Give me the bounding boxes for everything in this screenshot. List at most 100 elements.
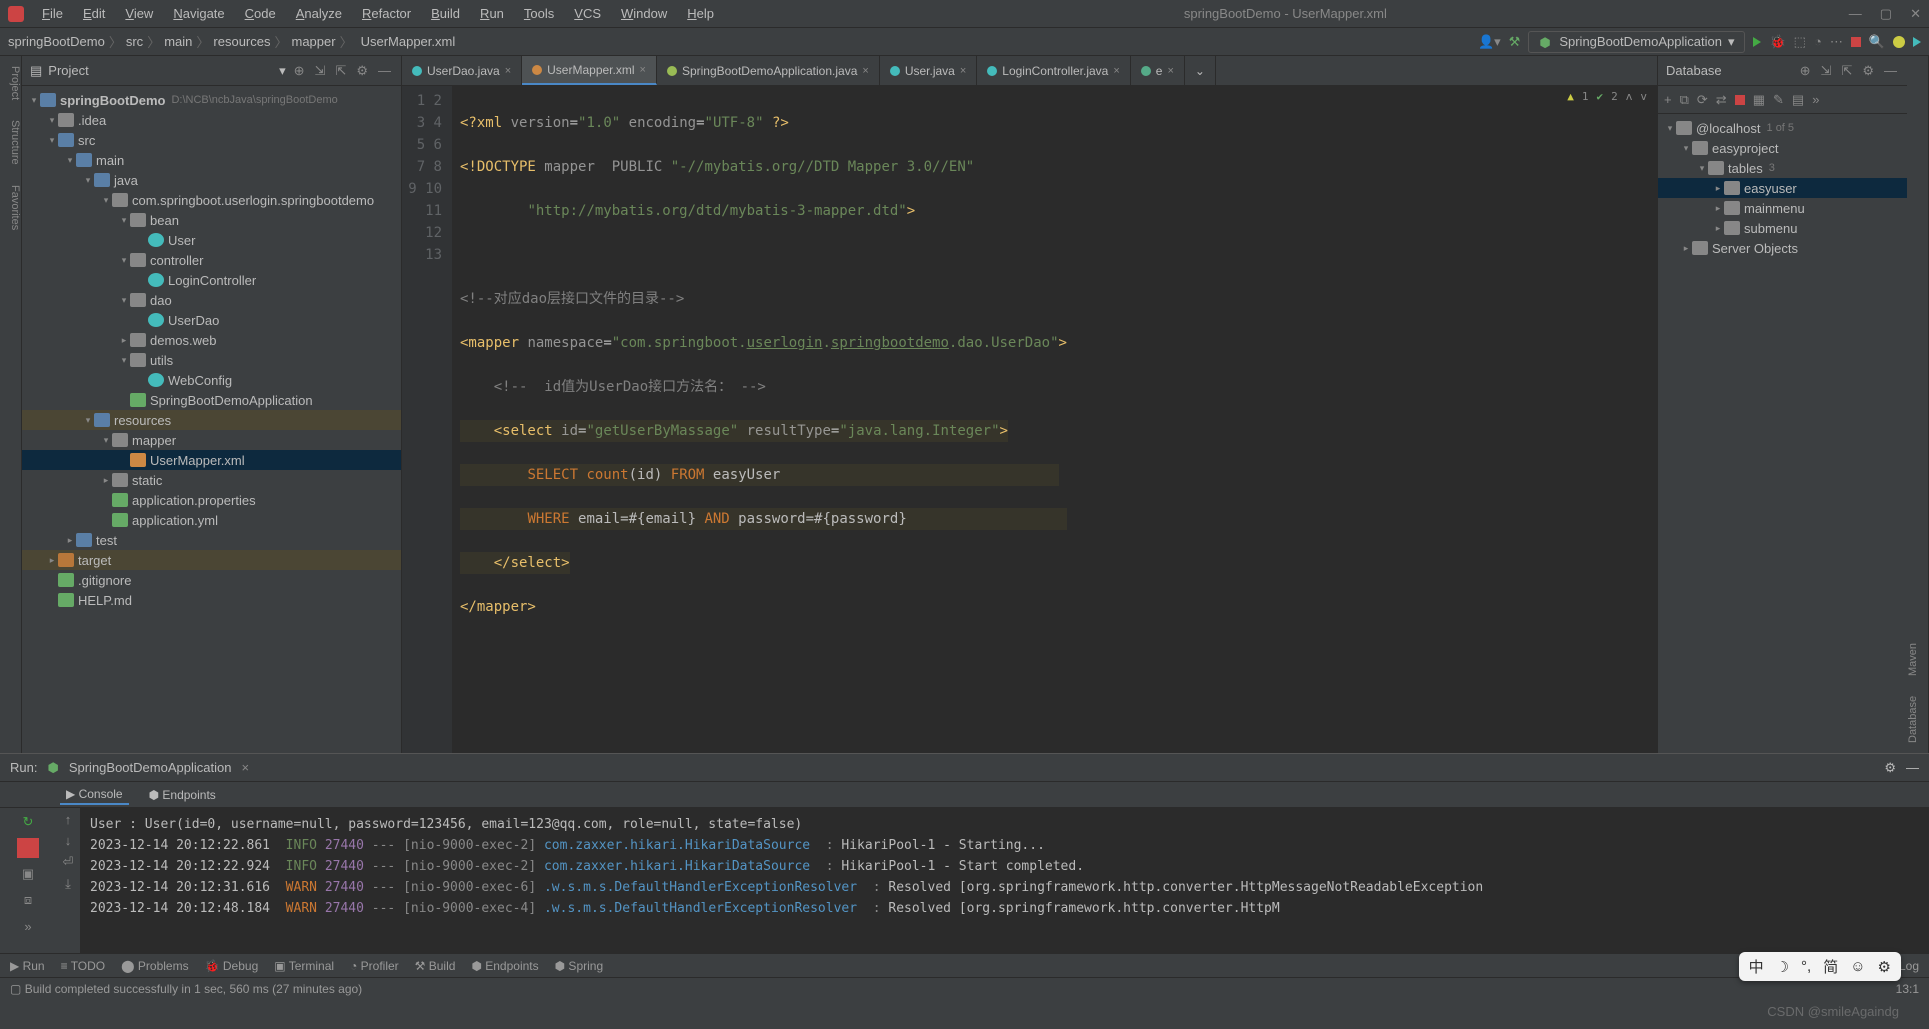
bottom-tool-problems[interactable]: ⬤ Problems: [121, 959, 188, 973]
up-icon[interactable]: ʌ: [1626, 90, 1633, 103]
crumb[interactable]: springBootDemo: [8, 34, 105, 49]
more-icon[interactable]: »: [1812, 92, 1819, 107]
db-item[interactable]: ▾@localhost1 of 5: [1658, 118, 1907, 138]
tree-item[interactable]: ▸target: [22, 550, 401, 570]
hide-icon[interactable]: —: [1906, 760, 1919, 775]
menu-window[interactable]: Window: [613, 4, 675, 23]
collapse-icon[interactable]: ⇱: [1839, 61, 1854, 81]
stop-icon[interactable]: [17, 838, 39, 858]
locate-icon[interactable]: ⊕: [292, 61, 307, 81]
collapse-icon[interactable]: ⇱: [333, 61, 348, 81]
tabs-dropdown[interactable]: ⌄: [1185, 56, 1216, 85]
check-icon[interactable]: ✔: [1597, 90, 1604, 103]
menu-navigate[interactable]: Navigate: [165, 4, 232, 23]
menu-build[interactable]: Build: [423, 4, 468, 23]
warning-icon[interactable]: ▲: [1567, 90, 1574, 103]
gear-icon[interactable]: ⚙: [1884, 760, 1896, 776]
crumb[interactable]: main: [164, 34, 192, 49]
bottom-tool-spring[interactable]: ⬢ Spring: [555, 959, 604, 973]
bottom-tool-endpoints[interactable]: ⬢ Endpoints: [471, 959, 538, 973]
tree-item[interactable]: WebConfig: [22, 370, 401, 390]
editor-tab[interactable]: SpringBootDemoApplication.java×: [657, 56, 880, 85]
ime-item[interactable]: °,: [1801, 958, 1811, 975]
crumb[interactable]: resources: [213, 34, 270, 49]
down-icon[interactable]: v: [1640, 90, 1647, 103]
strip-structure[interactable]: Structure: [0, 120, 21, 165]
close-icon[interactable]: ×: [505, 65, 511, 77]
menu-tools[interactable]: Tools: [516, 4, 562, 23]
tree-item[interactable]: application.properties: [22, 490, 401, 510]
db-item[interactable]: ▸mainmenu: [1658, 198, 1907, 218]
menu-refactor[interactable]: Refactor: [354, 4, 419, 23]
tree-item[interactable]: ▾java: [22, 170, 401, 190]
strip-database[interactable]: Database: [1907, 696, 1928, 743]
tree-item[interactable]: ▸test: [22, 530, 401, 550]
editor-tab[interactable]: e×: [1131, 56, 1185, 85]
crumb[interactable]: UserMapper.xml: [357, 34, 456, 49]
code-editor[interactable]: 1 2 3 4 5 6 7 8 9 10 11 12 13 <?xml vers…: [402, 86, 1657, 753]
layout-icon[interactable]: ⧈: [17, 890, 39, 910]
tree-item[interactable]: ▾resources: [22, 410, 401, 430]
db-item[interactable]: ▸Server Objects: [1658, 238, 1907, 258]
menu-view[interactable]: View: [117, 4, 161, 23]
tree-item[interactable]: ▾main: [22, 150, 401, 170]
tree-item[interactable]: ▾com.springboot.userlogin.springbootdemo: [22, 190, 401, 210]
tree-root[interactable]: ▾ springBootDemo D:\NCB\ncbJava\springBo…: [22, 90, 401, 110]
tree-item[interactable]: ▾utils: [22, 350, 401, 370]
hide-icon[interactable]: —: [376, 61, 393, 80]
edit-icon[interactable]: ✎: [1773, 92, 1784, 108]
bottom-tool-run[interactable]: ▶ Run: [10, 959, 45, 973]
update-icon[interactable]: [1893, 36, 1905, 48]
tree-item[interactable]: ▸static: [22, 470, 401, 490]
tree-item[interactable]: UserMapper.xml: [22, 450, 401, 470]
console-output[interactable]: User : User(id=0, username=null, passwor…: [80, 808, 1929, 953]
rerun-icon[interactable]: ↻: [17, 812, 39, 832]
tree-item[interactable]: ▾.idea: [22, 110, 401, 130]
close-icon[interactable]: ×: [960, 65, 966, 77]
crumb[interactable]: src: [126, 34, 143, 49]
tree-item[interactable]: HELP.md: [22, 590, 401, 610]
camera-icon[interactable]: ▣: [17, 864, 39, 884]
editor-tab[interactable]: UserMapper.xml×: [522, 56, 657, 85]
run-tab-console[interactable]: ▶ Console: [60, 785, 129, 805]
chevron-down-icon[interactable]: ▾: [279, 63, 286, 79]
editor-tab[interactable]: UserDao.java×: [402, 56, 522, 85]
run-config-select[interactable]: ⬢ SpringBootDemoApplication ▾: [1528, 31, 1745, 53]
wrap-icon[interactable]: ⏎: [63, 854, 74, 870]
minimize-icon[interactable]: —: [1849, 6, 1862, 22]
profile-icon[interactable]: ◔: [1814, 34, 1822, 49]
scroll-icon[interactable]: ⤓: [65, 876, 71, 892]
debug-icon[interactable]: 🐞: [1769, 34, 1785, 50]
db-item[interactable]: ▾easyproject: [1658, 138, 1907, 158]
locate-icon[interactable]: ⊕: [1798, 61, 1813, 81]
expand-icon[interactable]: ⇲: [1819, 61, 1834, 81]
menu-help[interactable]: Help: [679, 4, 722, 23]
stop-icon[interactable]: [1735, 95, 1745, 105]
console-icon[interactable]: ▤: [1792, 92, 1804, 108]
sync-icon[interactable]: ⇄: [1716, 92, 1727, 108]
close-icon[interactable]: ×: [862, 65, 868, 77]
tree-item[interactable]: User: [22, 230, 401, 250]
editor-tab[interactable]: User.java×: [880, 56, 977, 85]
close-icon[interactable]: ✕: [1910, 6, 1921, 22]
tree-item[interactable]: UserDao: [22, 310, 401, 330]
bottom-tool-terminal[interactable]: ▣ Terminal: [274, 959, 334, 973]
close-tab-icon[interactable]: ×: [241, 760, 249, 775]
strip-project[interactable]: Project: [0, 66, 21, 100]
build-hammer-icon[interactable]: ⚒: [1509, 34, 1521, 50]
editor-tab[interactable]: LoginController.java×: [977, 56, 1131, 85]
expand-icon[interactable]: ⇲: [313, 61, 328, 81]
table-icon[interactable]: ▦: [1753, 92, 1765, 108]
settings-icon[interactable]: ⚙: [354, 61, 370, 81]
strip-maven[interactable]: Maven: [1907, 643, 1928, 676]
refresh-icon[interactable]: ⟳: [1697, 92, 1708, 108]
crumb[interactable]: mapper: [292, 34, 336, 49]
stop-icon[interactable]: [1851, 37, 1861, 47]
bottom-tool-debug[interactable]: 🐞 Debug: [205, 959, 259, 973]
tree-item[interactable]: application.yml: [22, 510, 401, 530]
db-item[interactable]: ▸submenu: [1658, 218, 1907, 238]
menu-code[interactable]: Code: [237, 4, 284, 23]
run-tab-endpoints[interactable]: ⬢ Endpoints: [143, 786, 222, 804]
tree-item[interactable]: ▾controller: [22, 250, 401, 270]
tree-item[interactable]: ▾bean: [22, 210, 401, 230]
